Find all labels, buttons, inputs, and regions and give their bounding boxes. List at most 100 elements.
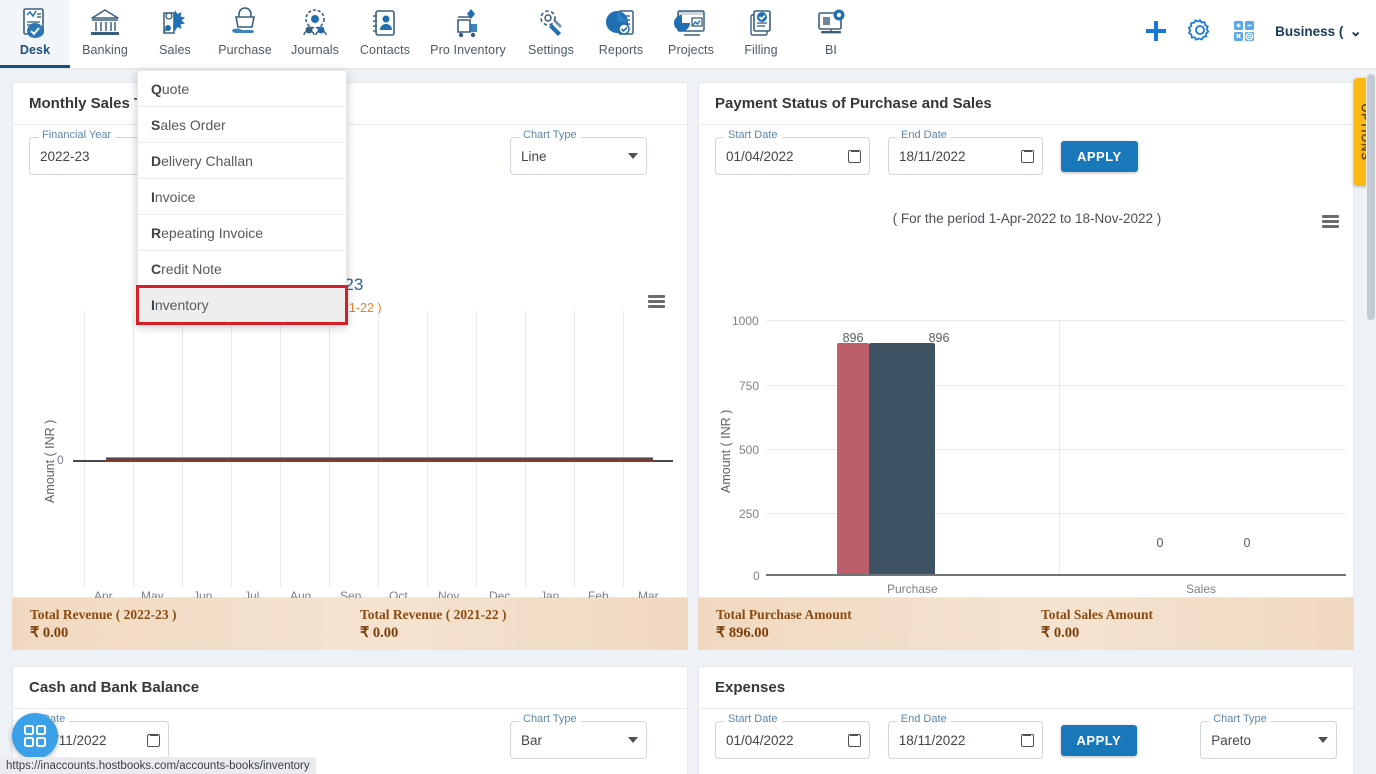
y-tick-label: 750: [739, 379, 760, 393]
expenses-chart-type-select[interactable]: Chart Type Pareto: [1200, 714, 1337, 759]
nav-item-banking[interactable]: Banking: [70, 0, 140, 68]
nav-item-journals[interactable]: Journals: [280, 0, 350, 68]
menu-item-repeating-invoice[interactable]: Repeating Invoice: [138, 215, 346, 251]
chevron-down-icon: [1317, 737, 1328, 743]
nav-item-label: Journals: [290, 43, 340, 57]
sales-summary-strip: Total Revenue ( 2022-23 ) ₹ 0.00 Total R…: [12, 598, 688, 650]
summary-cell: Total Revenue ( 2022-23 ) ₹ 0.00: [12, 607, 342, 642]
calendar-icon[interactable]: [847, 733, 861, 747]
nav-item-label: Contacts: [359, 43, 411, 57]
cash-chart-type-select[interactable]: Chart Type Bar: [510, 714, 647, 759]
plus-icon[interactable]: [1143, 18, 1169, 44]
menu-item-label: ales Order: [160, 116, 226, 133]
monthly-sales-chart: -23 ( 2021-22 ) Amount ( INR ) 0 Apr May…: [13, 273, 689, 633]
gear-icon[interactable]: [1187, 18, 1213, 44]
sales-chart-type-select[interactable]: Chart Type Line: [510, 130, 647, 175]
nav-item-label: Reports: [598, 43, 644, 57]
chart-type-value: Pareto: [1211, 732, 1251, 748]
x-axis-line: [766, 574, 1346, 576]
nav-actions: Business ( ⌄: [1143, 0, 1376, 68]
nav-item-pro-inventory[interactable]: Pro Inventory: [420, 0, 516, 68]
panel-header: Expenses: [699, 667, 1353, 709]
menu-item-delivery-challan[interactable]: Delivery Challan: [138, 143, 346, 179]
bar-value-label: 0: [1243, 536, 1251, 550]
nav-item-sales[interactable]: Sales: [140, 0, 210, 68]
payment-summary-strip: Total Purchase Amount ₹ 896.00 Total Sal…: [698, 598, 1354, 650]
bi-icon: [818, 9, 845, 34]
chevron-down-icon: [628, 737, 638, 743]
payment-start-date-input[interactable]: Start Date 01/04/2022: [715, 130, 870, 175]
payment-status-panel: Payment Status of Purchase and Sales Sta…: [698, 82, 1354, 623]
status-url: https://inaccounts.hostbooks.com/account…: [6, 759, 310, 772]
y-tick-label: 0: [57, 453, 64, 467]
gridline: [766, 320, 1346, 321]
nav-item-desk[interactable]: Desk: [0, 0, 70, 68]
nav-item-label: Filling: [744, 43, 778, 57]
nav-item-bi[interactable]: BI: [796, 0, 866, 68]
page-scrollbar-thumb[interactable]: [1367, 74, 1375, 320]
calendar-icon[interactable]: [147, 733, 160, 747]
expenses-panel: Expenses Start Date 01/04/2022 End Date …: [698, 666, 1354, 774]
panel-title: Expenses: [715, 679, 786, 696]
end-date-label: End Date: [896, 714, 951, 725]
start-date-value: 01/04/2022: [726, 148, 794, 164]
nav-item-label: Desk: [19, 43, 51, 57]
nav-item-filling[interactable]: Filling: [726, 0, 796, 68]
menu-item-quote[interactable]: Quote: [138, 71, 346, 107]
panel-title: Payment Status of Purchase and Sales: [715, 95, 992, 112]
calculator-icon[interactable]: [1231, 18, 1257, 44]
nav-item-contacts[interactable]: Contacts: [350, 0, 420, 68]
start-date-value: 01/04/2022: [726, 732, 794, 748]
contacts-icon: [373, 10, 395, 36]
calendar-icon[interactable]: [848, 149, 861, 163]
bar-purchase-overdue[interactable]: [869, 343, 935, 574]
y-axis-title: Amount ( INR ): [719, 409, 733, 493]
nav-item-purchase[interactable]: Purchase: [210, 0, 280, 68]
menu-item-label: epeating Invoice: [161, 224, 264, 241]
apps-fab-button[interactable]: [12, 713, 58, 759]
nav-item-projects[interactable]: Projects: [656, 0, 726, 68]
menu-mnemonic: C: [151, 260, 162, 277]
menu-item-credit-note[interactable]: Credit Note: [138, 251, 346, 287]
y-axis-title: Amount ( INR ): [43, 419, 57, 503]
business-selector[interactable]: Business ( ⌄: [1275, 24, 1362, 39]
panel-header: Cash and Bank Balance: [13, 667, 687, 709]
chart-menu-icon[interactable]: [1322, 215, 1339, 228]
calendar-icon[interactable]: [1021, 149, 1034, 163]
menu-item-invoice[interactable]: Invoice: [138, 179, 346, 215]
payment-end-date-input[interactable]: End Date 18/11/2022: [888, 130, 1043, 175]
menu-item-sales-order[interactable]: Sales Order: [138, 107, 346, 143]
expenses-end-date-input[interactable]: End Date 18/11/2022: [887, 714, 1043, 759]
payment-status-chart: ( For the period 1-Apr-2022 to 18-Nov-20…: [699, 203, 1355, 623]
nav-item-label: Pro Inventory: [430, 43, 506, 57]
desk-icon: [23, 8, 44, 38]
menu-mnemonic: S: [151, 116, 161, 133]
summary-label: Total Revenue ( 2022-23 ): [30, 606, 177, 622]
menu-mnemonic: R: [151, 224, 162, 241]
chart-type-value: Bar: [521, 732, 543, 748]
filling-icon: [750, 10, 771, 36]
menu-item-label: elivery Challan: [161, 152, 253, 169]
expenses-apply-button[interactable]: APPLY: [1060, 724, 1138, 756]
summary-value: ₹ 0.00: [30, 624, 69, 641]
bar-purchase-unpaid[interactable]: [837, 343, 869, 574]
calendar-icon[interactable]: [1020, 733, 1034, 747]
expenses-start-date-input[interactable]: Start Date 01/04/2022: [715, 714, 870, 759]
nav-item-label: Settings: [528, 43, 574, 57]
gridline: [623, 311, 624, 587]
summary-cell: Total Purchase Amount ₹ 896.00: [698, 607, 1023, 642]
payment-apply-button[interactable]: APPLY: [1061, 140, 1138, 172]
gridline: [84, 311, 85, 587]
x-tick-label: Sales: [1186, 582, 1217, 596]
nav-item-reports[interactable]: Reports: [586, 0, 656, 68]
business-name: Business (: [1275, 23, 1344, 39]
nav-item-settings[interactable]: Settings: [516, 0, 586, 68]
menu-item-inventory[interactable]: Inventory: [136, 285, 348, 325]
menu-mnemonic: Q: [151, 80, 162, 97]
journals-icon: [303, 9, 327, 36]
gridline: [280, 311, 281, 587]
gridline: [525, 311, 526, 587]
gridline: [1059, 320, 1060, 575]
monthly-sales-trend-panel: Monthly Sales Trend Financial Year 2022-…: [12, 82, 688, 625]
chart-menu-icon[interactable]: [648, 295, 665, 308]
